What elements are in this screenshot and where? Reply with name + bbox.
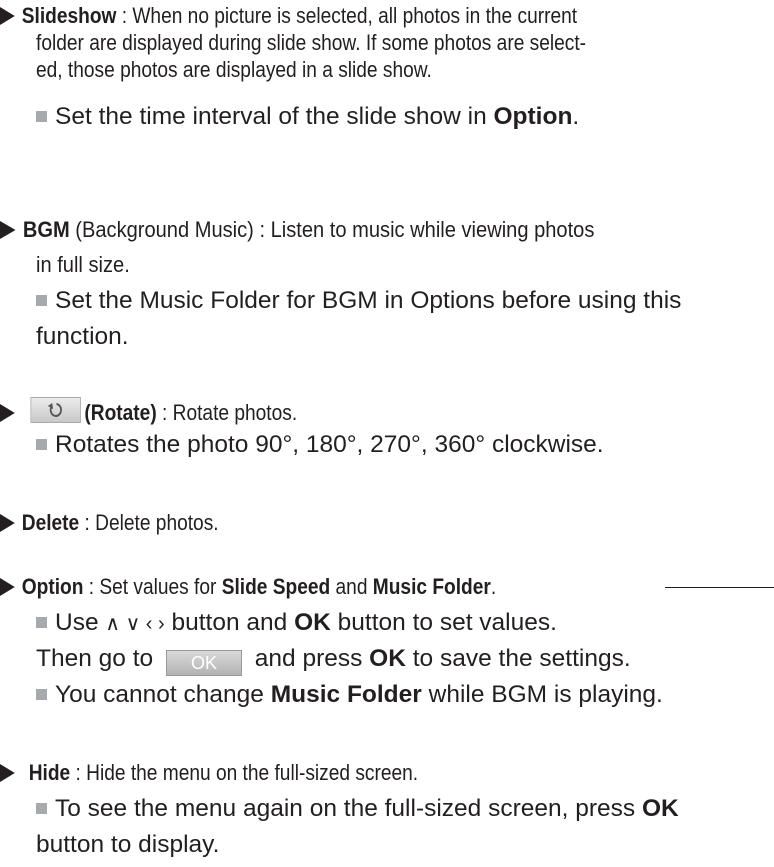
option-note2-suffix: to save the settings. bbox=[405, 645, 631, 672]
bgm-note-2: function. bbox=[36, 323, 129, 351]
rotate-note: Rotates the photo 90°, 180°, 270°, 360° … bbox=[36, 431, 604, 459]
bgm-note-text-2: function. bbox=[36, 323, 129, 350]
option-period: . bbox=[490, 574, 497, 599]
option-note3-music-folder: Music Folder bbox=[270, 681, 422, 708]
bgm-note-1: Set the Music Folder for BGM in Options … bbox=[36, 287, 681, 315]
option-note1-suffix: button to set values. bbox=[330, 609, 557, 636]
nav-arrows-icon: ∧ ∨ ‹ › bbox=[105, 613, 165, 635]
option-note1-ok: OK bbox=[294, 609, 331, 636]
hide-note-1: To see the menu again on the full-sized … bbox=[36, 795, 679, 823]
hide-note2-text: button to display. bbox=[36, 831, 220, 858]
note-square-icon bbox=[36, 803, 47, 814]
hide-note1-text: To see the menu again on the full-sized … bbox=[55, 795, 642, 822]
option-slide-speed: Slide Speed bbox=[221, 574, 331, 599]
option-note2-prefix: Then go to bbox=[36, 645, 160, 672]
option-music-folder: Music Folder bbox=[372, 574, 491, 599]
rotate-note-text: Rotates the photo 90°, 180°, 270°, 360° … bbox=[55, 431, 604, 458]
bullet-arrow-icon bbox=[0, 578, 15, 596]
slideshow-desc-3: ed, those photos are displayed in a slid… bbox=[36, 57, 432, 82]
slideshow-note-option: Option bbox=[493, 103, 573, 130]
option-note-3: You cannot change Music Folder while BGM… bbox=[36, 681, 663, 709]
note-square-icon bbox=[36, 111, 47, 122]
bullet-arrow-icon bbox=[0, 404, 15, 422]
slideshow-title: Slideshow bbox=[21, 3, 117, 28]
note-square-icon bbox=[36, 295, 47, 306]
bgm-title: BGM bbox=[22, 217, 70, 242]
delete-desc: : Delete photos. bbox=[79, 510, 219, 535]
option-note2-ok: OK bbox=[369, 645, 406, 672]
option-note2-mid: and press bbox=[247, 645, 370, 672]
slideshow-note-text: Set the time interval of the slide show … bbox=[55, 103, 494, 130]
delete-title: Delete bbox=[21, 510, 80, 535]
ok-button-graphic: OK bbox=[165, 650, 242, 676]
bullet-arrow-icon bbox=[0, 764, 15, 782]
hide-note-2: button to display. bbox=[36, 831, 219, 859]
bgm-desc-2: in full size. bbox=[36, 252, 130, 277]
hide-line: Hide : Hide the menu on the full-sized s… bbox=[0, 760, 418, 786]
delete-line: Delete : Delete photos. bbox=[0, 510, 219, 536]
option-note-1: Use ∧ ∨ ‹ › button and OK button to set … bbox=[36, 609, 557, 637]
option-title: Option bbox=[21, 574, 84, 599]
bullet-arrow-icon bbox=[0, 7, 15, 25]
bullet-arrow-icon bbox=[0, 221, 16, 239]
slideshow-line-2: folder are displayed during slide show. … bbox=[36, 30, 586, 56]
slideshow-note: Set the time interval of the slide show … bbox=[36, 103, 579, 131]
hide-title: Hide bbox=[28, 760, 71, 785]
rotate-title: (Rotate) bbox=[84, 400, 157, 425]
bgm-note-text: Set the Music Folder for BGM in Options … bbox=[55, 287, 682, 314]
option-note-2: Then go to OK and press OK to save the s… bbox=[36, 645, 631, 676]
slideshow-line-3: ed, those photos are displayed in a slid… bbox=[36, 57, 432, 83]
option-note3-suffix: while BGM is playing. bbox=[421, 681, 663, 708]
slideshow-desc-2: folder are displayed during slide show. … bbox=[36, 30, 587, 55]
option-line: Option : Set values for Slide Speed and … bbox=[0, 574, 496, 600]
rotate-icon bbox=[30, 397, 81, 423]
option-desc: : Set values for bbox=[83, 574, 222, 599]
rotate-line: (Rotate) : Rotate photos. bbox=[0, 397, 297, 426]
option-note1-prefix: Use bbox=[55, 609, 106, 636]
note-square-icon bbox=[36, 439, 47, 450]
note-square-icon bbox=[36, 689, 47, 700]
hide-note1-ok: OK bbox=[641, 795, 679, 822]
bgm-desc: (Background Music) : Listen to music whi… bbox=[69, 217, 595, 242]
slideshow-line-1: Slideshow : When no picture is selected,… bbox=[0, 3, 577, 29]
bgm-line-2: in full size. bbox=[36, 252, 130, 278]
note-square-icon bbox=[36, 617, 47, 628]
slideshow-note-suffix: . bbox=[572, 103, 580, 130]
option-and: and bbox=[330, 574, 373, 599]
option-note1-mid: button and bbox=[164, 609, 295, 636]
bgm-line-1: BGM (Background Music) : Listen to music… bbox=[0, 217, 594, 243]
slideshow-desc: : When no picture is selected, all photo… bbox=[116, 3, 578, 28]
option-note3-prefix: You cannot change bbox=[55, 681, 271, 708]
bullet-arrow-icon bbox=[0, 514, 15, 532]
rotate-desc: : Rotate photos. bbox=[156, 400, 298, 425]
hide-desc: : Hide the menu on the full-sized screen… bbox=[70, 760, 419, 785]
divider-line bbox=[665, 587, 774, 588]
